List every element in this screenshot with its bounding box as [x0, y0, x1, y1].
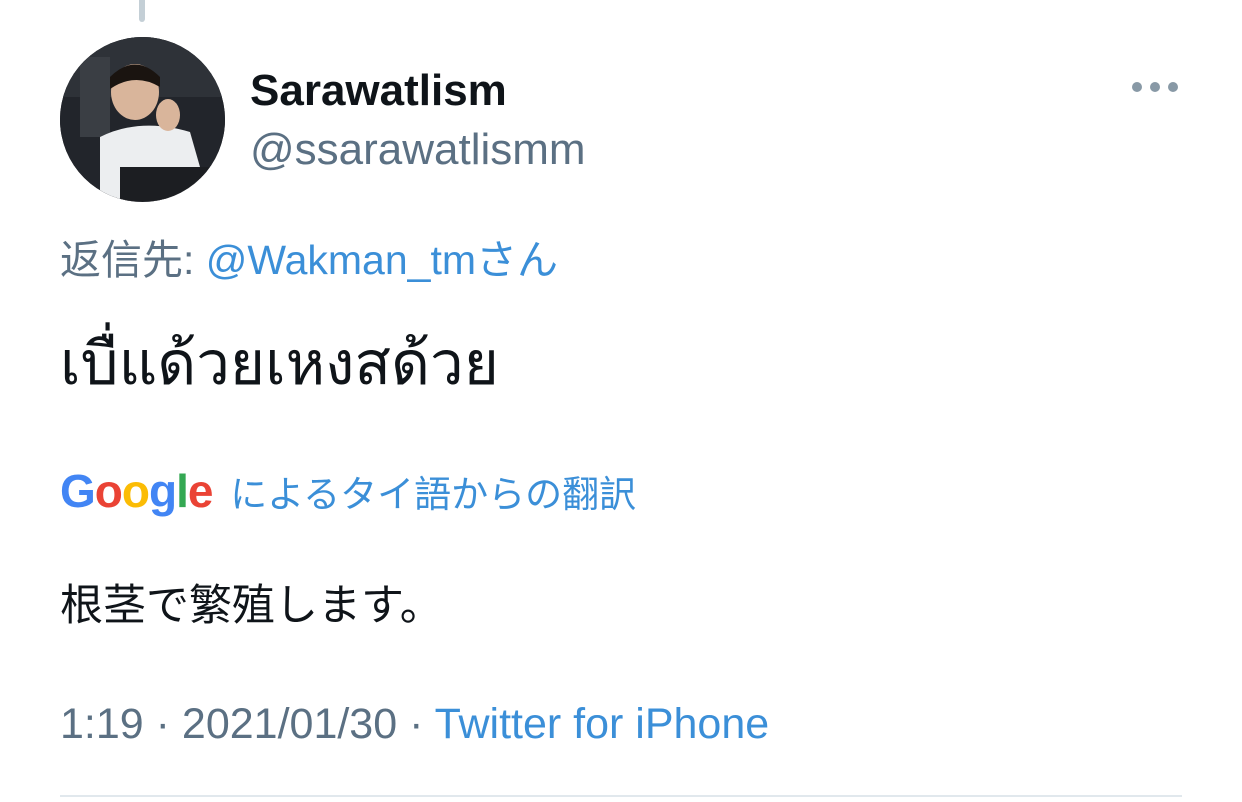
more-dot	[1168, 82, 1178, 92]
reply-prefix: 返信先:	[60, 237, 206, 283]
tweet-date[interactable]: 2021/01/30	[182, 700, 397, 748]
google-logo-letter: o	[94, 465, 123, 517]
translation-attribution: Google によるタイ語からの翻訳	[60, 464, 636, 520]
divider	[60, 795, 1182, 797]
reply-mention-link[interactable]: @Wakman_tmさん	[206, 237, 558, 283]
google-logo-letter: G	[60, 465, 96, 517]
author-display-name[interactable]: Sarawatlism	[250, 66, 507, 116]
google-logo-letter: l	[176, 465, 189, 517]
tweet-metadata: 1:19 · 2021/01/30 · Twitter for iPhone	[60, 700, 769, 749]
tweet-text: เบื่แด้วยเหงสด้วย	[60, 330, 499, 397]
tweet-source-link[interactable]: Twitter for iPhone	[435, 700, 770, 748]
more-dot	[1150, 82, 1160, 92]
meta-separator: ·	[397, 700, 435, 748]
more-options-icon[interactable]	[1132, 82, 1178, 94]
reply-context: 返信先: @Wakman_tmさん	[60, 226, 558, 286]
google-logo-letter: o	[121, 465, 150, 517]
author-handle[interactable]: @ssarawatlismm	[250, 125, 586, 175]
more-dot	[1132, 82, 1142, 92]
avatar-photo	[60, 37, 225, 202]
tweet-time[interactable]: 1:19	[60, 700, 144, 748]
meta-separator: ·	[143, 700, 182, 748]
translation-label[interactable]: によるタイ語からの翻訳	[230, 474, 636, 515]
translated-text: 根茎で繁殖します。	[60, 582, 443, 630]
google-logo: Google	[60, 465, 224, 517]
google-logo-letter: g	[149, 465, 177, 517]
avatar[interactable]	[60, 37, 225, 202]
thread-connector-line	[139, 0, 145, 22]
google-logo-letter: e	[187, 465, 214, 517]
